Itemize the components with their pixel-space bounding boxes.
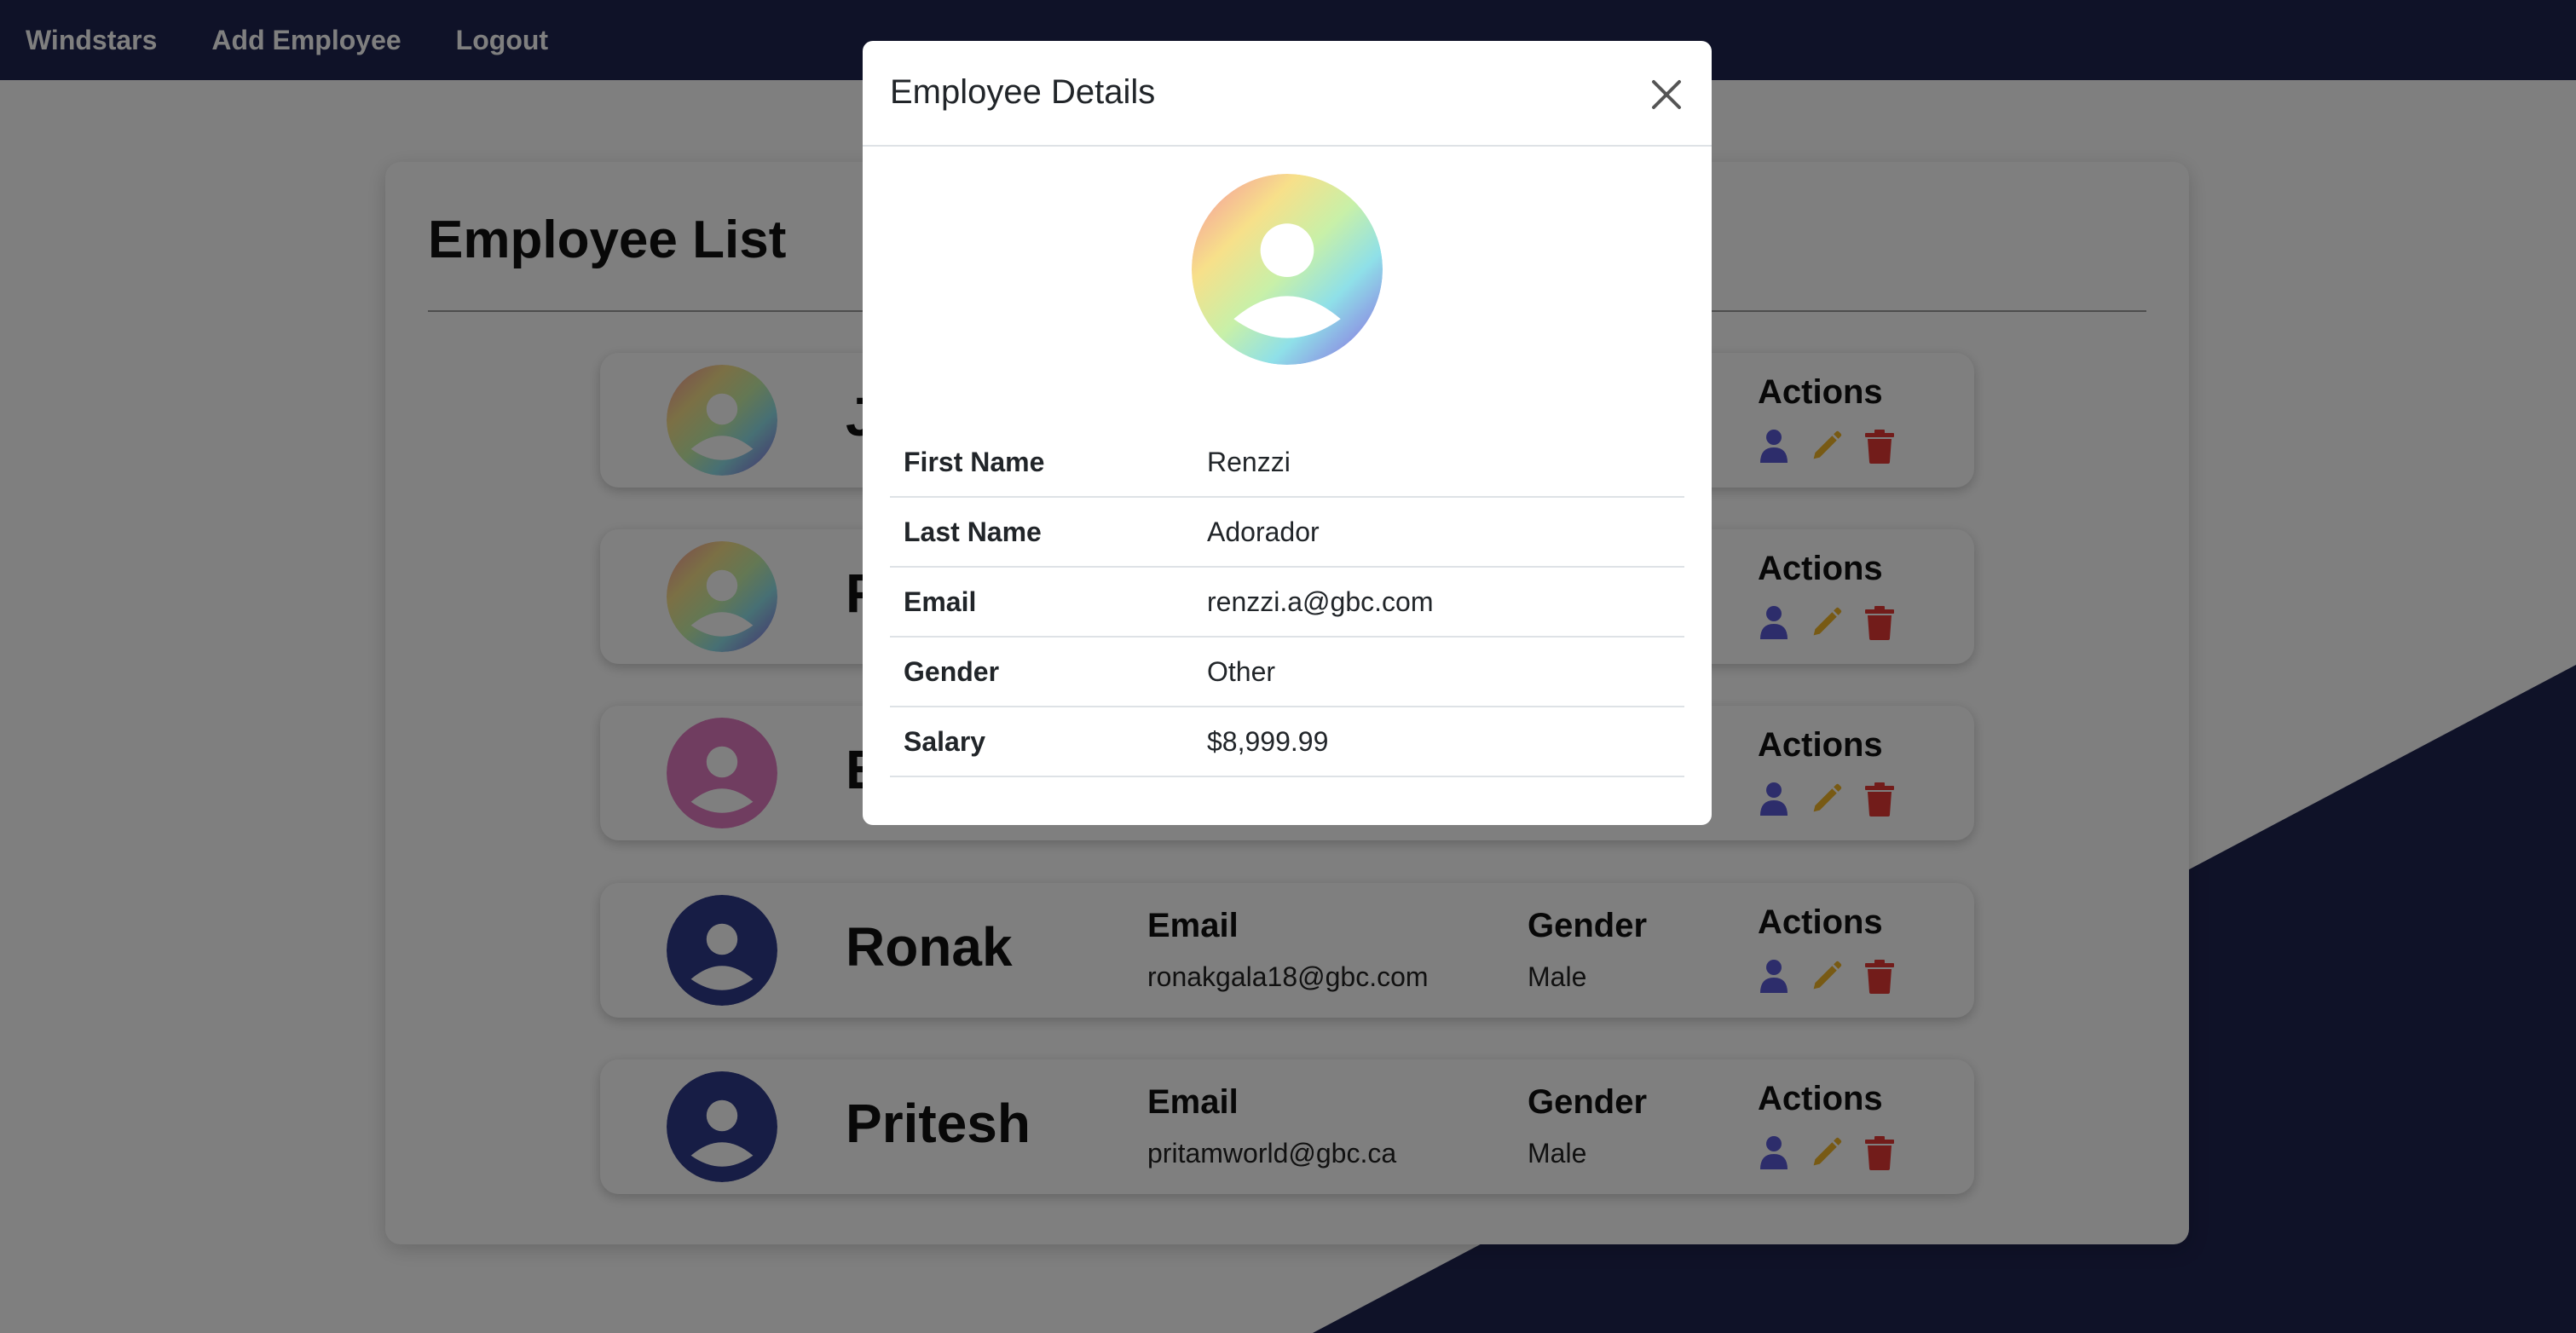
detail-row: Email renzzi.a@gbc.com: [890, 568, 1684, 638]
detail-value: renzzi.a@gbc.com: [1207, 586, 1434, 617]
detail-value: Other: [1207, 655, 1276, 687]
modal-header: Employee Details: [863, 41, 1712, 147]
user-avatar-icon: [1192, 174, 1383, 365]
close-icon[interactable]: [1647, 75, 1686, 114]
detail-label: First Name: [904, 446, 1045, 477]
details-table: First Name Renzzi Last Name Adorador Ema…: [890, 428, 1684, 777]
detail-value: $8,999.99: [1207, 725, 1329, 757]
employee-details-modal: Employee Details First Name Renzzi Last …: [863, 41, 1712, 825]
modal-title: Employee Details: [890, 73, 1156, 111]
detail-label: Email: [904, 586, 977, 617]
detail-label: Gender: [904, 655, 1000, 687]
detail-value: Renzzi: [1207, 446, 1291, 477]
detail-value: Adorador: [1207, 516, 1320, 547]
detail-label: Salary: [904, 725, 986, 757]
detail-row: Last Name Adorador: [890, 498, 1684, 568]
detail-row: Salary $8,999.99: [890, 707, 1684, 777]
detail-row: Gender Other: [890, 638, 1684, 707]
detail-label: Last Name: [904, 516, 1042, 547]
detail-row: First Name Renzzi: [890, 428, 1684, 498]
